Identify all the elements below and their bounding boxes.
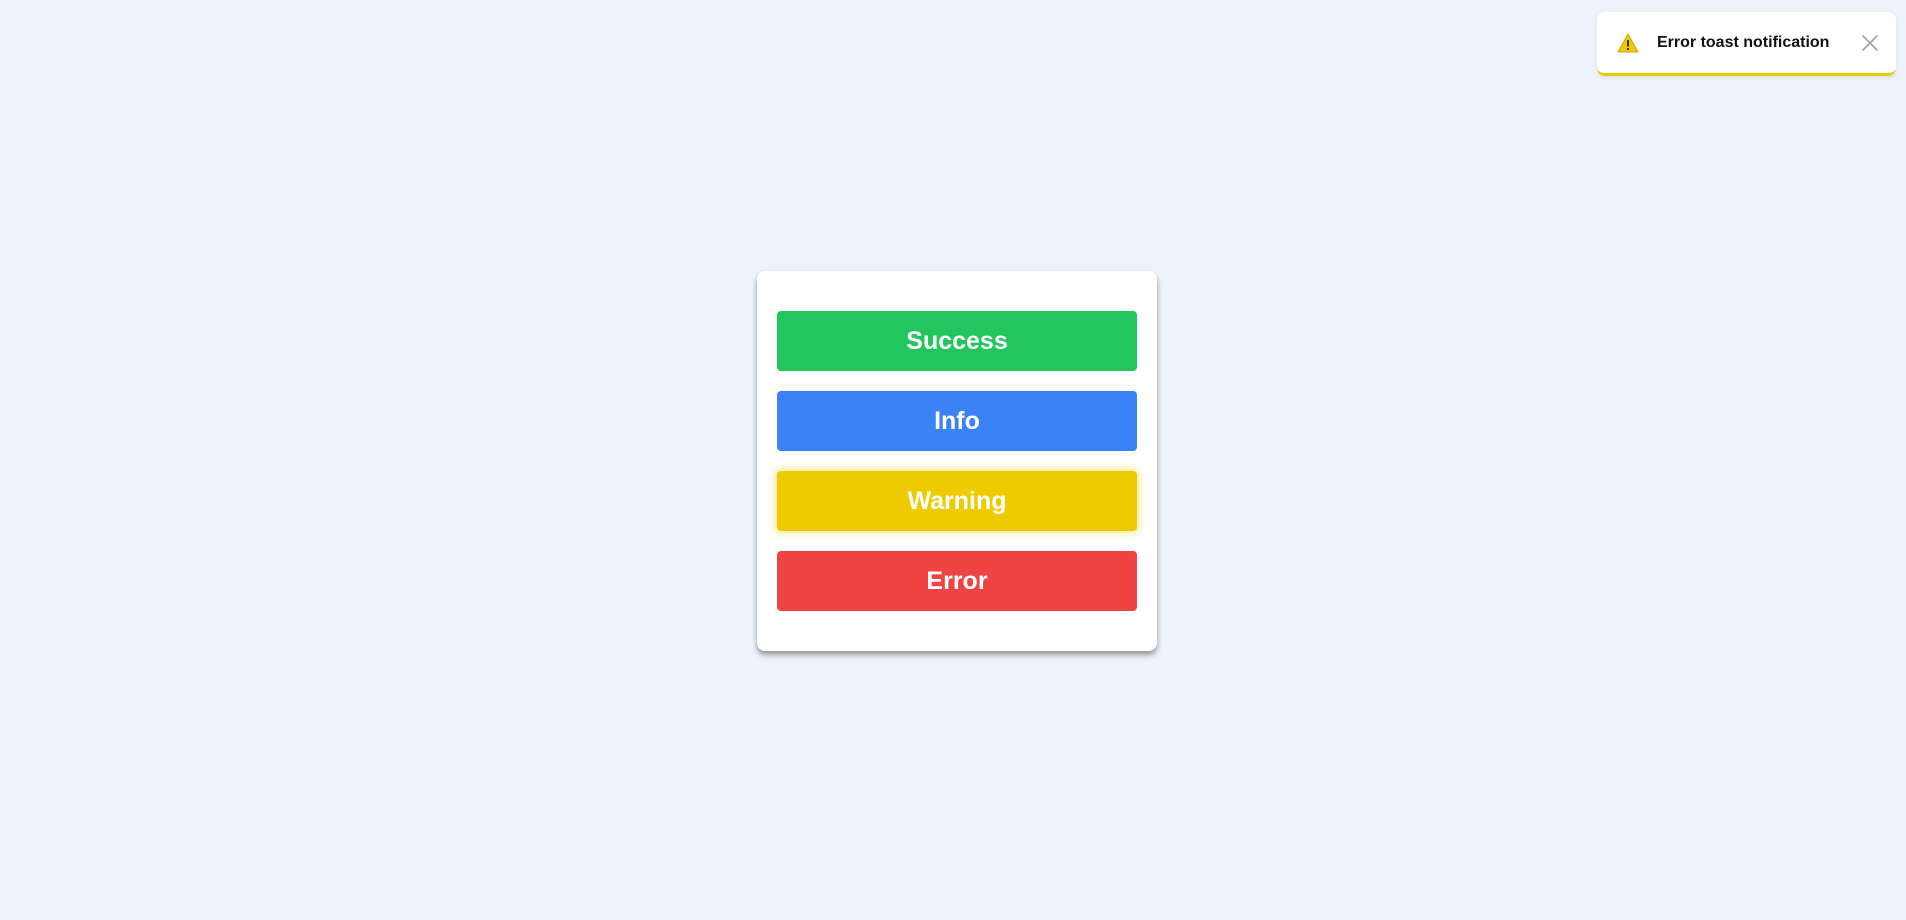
warning-triangle-icon <box>1617 32 1639 54</box>
info-button[interactable]: Info <box>777 391 1137 451</box>
close-icon[interactable] <box>1858 31 1882 55</box>
toast-message: Error toast notification <box>1657 33 1830 51</box>
toast-trigger-card: Success Info Warning Error <box>757 271 1157 651</box>
toast-notification: Error toast notification <box>1597 12 1896 76</box>
error-button[interactable]: Error <box>777 551 1137 611</box>
page: Success Info Warning Error Error toast n… <box>0 0 1906 920</box>
success-button[interactable]: Success <box>777 311 1137 371</box>
warning-button[interactable]: Warning <box>777 471 1137 531</box>
